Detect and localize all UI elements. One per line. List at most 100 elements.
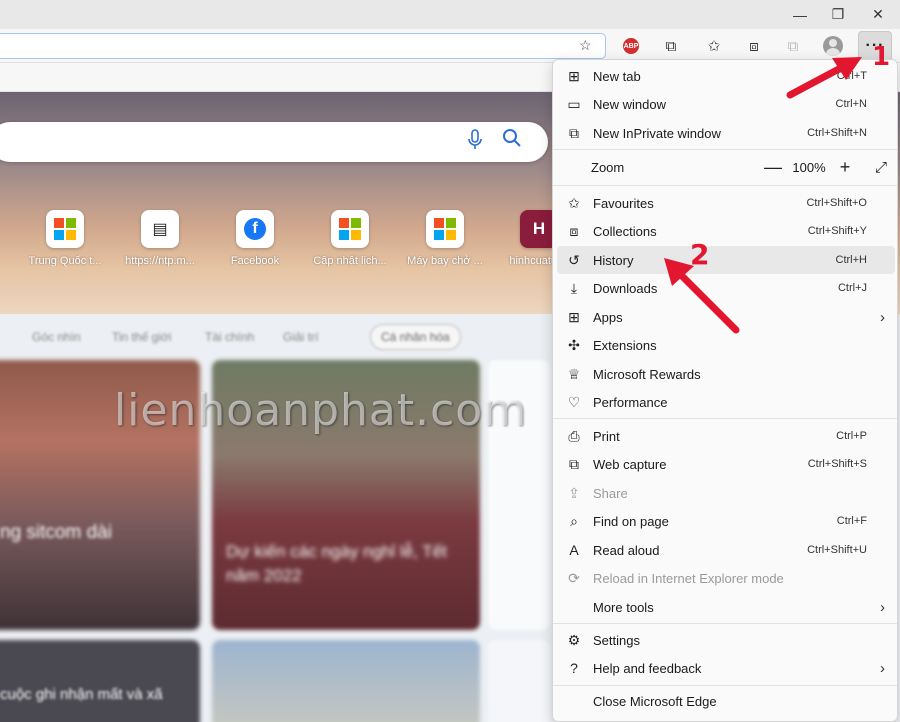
menu-item-read-aloud[interactable]: A Read aloud Ctrl+Shift+U	[557, 536, 895, 564]
profile-button[interactable]	[820, 33, 846, 59]
menu-item-find-on-page[interactable]: ⌕ Find on page Ctrl+F	[557, 507, 895, 535]
zoom-in-button[interactable]: +	[831, 155, 859, 179]
collections-button[interactable]: ⧈	[741, 33, 767, 59]
news-card[interactable]	[212, 640, 480, 722]
apps-icon: ⊞	[568, 308, 580, 325]
quick-link-tile[interactable]: ▤ https://ntp.m...	[117, 210, 203, 267]
menu-item-apps[interactable]: ⊞ Apps ›	[557, 303, 895, 331]
restore-button[interactable]: ❐	[818, 0, 858, 29]
menu-item-settings[interactable]: ⚙ Settings	[557, 626, 895, 654]
zoom-out-button[interactable]: —	[759, 155, 787, 179]
gear-icon: ⚙	[567, 631, 581, 648]
menu-item-more-tools[interactable]: More tools ›	[557, 593, 895, 621]
web-capture-icon: ⧉	[569, 455, 579, 472]
facebook-icon: f	[236, 210, 274, 248]
menu-item-label: Performance	[593, 394, 668, 410]
zoom-level: 100%	[792, 159, 826, 175]
menu-item-label: Apps	[593, 309, 623, 325]
favourites-button[interactable]: ✩	[701, 33, 727, 59]
web-capture-toolbar-button[interactable]: ⧉	[780, 33, 806, 59]
add-favourite-icon[interactable]: ☆	[579, 37, 592, 54]
web-capture-icon: ⧉	[787, 37, 799, 55]
feed-nav-item[interactable]: Giải trí	[283, 330, 318, 344]
quick-link-tile[interactable]: Cập nhật lịch...	[307, 210, 393, 267]
menu-item-shortcut: Ctrl+P	[836, 430, 867, 442]
menu-item-label: Extensions	[593, 337, 657, 353]
menu-item-new-inprivate-window[interactable]: ⧉ New InPrivate window Ctrl+Shift+N	[557, 119, 895, 147]
watermark: lienhoanphat.com	[114, 385, 528, 436]
news-card-title: cuộc ghi nhận mất và xã	[0, 686, 163, 703]
menu-item-favourites[interactable]: ✩ Favourites Ctrl+Shift+O	[557, 189, 895, 217]
menu-separator	[553, 149, 897, 150]
menu-item-new-window[interactable]: ▭ New window Ctrl+N	[557, 90, 895, 118]
search-icon[interactable]	[502, 128, 522, 154]
quick-link-tile[interactable]: f Facebook	[212, 210, 298, 267]
close-window-button[interactable]: ✕	[858, 0, 898, 29]
puzzle-icon: ⧉	[665, 37, 677, 55]
menu-item-shortcut: Ctrl+Shift+S	[807, 458, 867, 470]
news-card[interactable]	[488, 640, 550, 722]
adblock-extension-button[interactable]: ABP	[618, 33, 644, 59]
feed-nav-item[interactable]: Góc nhìn	[32, 330, 81, 344]
puzzle-icon: ✣	[568, 336, 580, 353]
print-icon: ⎙	[568, 427, 580, 444]
menu-item-shortcut: Ctrl+Shift+O	[806, 197, 867, 209]
menu-item-extensions[interactable]: ✣ Extensions	[557, 331, 895, 359]
microsoft-logo-icon	[426, 210, 464, 248]
menu-separator	[553, 185, 897, 186]
menu-item-label: Reload in Internet Explorer mode	[593, 570, 784, 586]
star-list-icon: ✩	[707, 38, 721, 55]
menu-item-label: Downloads	[593, 280, 658, 296]
news-card-title: ng sitcom dài	[0, 522, 112, 543]
feed-nav: Góc nhìn Tin thế giới Tài chính Giải trí…	[0, 320, 560, 354]
tile-label: Trung Quốc t...	[28, 255, 102, 267]
menu-item-label: Settings	[593, 632, 640, 648]
menu-item-new-tab[interactable]: ⊞ New tab Ctrl+T	[557, 62, 895, 90]
menu-item-label: Collections	[593, 223, 657, 239]
menu-item-label: Web capture	[593, 456, 667, 472]
menu-item-print[interactable]: ⎙ Print Ctrl+P	[557, 422, 895, 450]
fullscreen-icon[interactable]: ⤢	[867, 155, 895, 179]
quick-link-tile[interactable]: Máy bay chở ...	[402, 210, 488, 267]
menu-item-label: Find on page	[593, 513, 669, 529]
zoom-label: Zoom	[591, 159, 625, 175]
menu-item-label: History	[593, 252, 634, 268]
menu-item-shortcut: Ctrl+J	[837, 282, 867, 294]
browser-toolbar: ☆ ABP ⧉ ✩ ⧈ ⧉	[0, 29, 900, 63]
help-icon: ?	[570, 660, 578, 676]
new-window-icon: ▭	[567, 95, 581, 112]
menu-item-label: Print	[593, 428, 620, 444]
feed-nav-item[interactable]: Tài chính	[205, 330, 254, 344]
step-2-label: 2	[690, 238, 710, 271]
news-card[interactable]	[0, 640, 200, 722]
menu-item-label: New tab	[593, 68, 641, 84]
menu-item-performance[interactable]: ♡ Performance	[557, 388, 895, 416]
menu-item-microsoft-rewards[interactable]: ♕ Microsoft Rewards	[557, 360, 895, 388]
menu-item-label: Microsoft Rewards	[593, 366, 701, 382]
quick-link-tile[interactable]: Trung Quốc t...	[22, 210, 108, 267]
star-list-icon: ✩	[568, 194, 580, 211]
heartbeat-icon: ♡	[567, 393, 581, 410]
minimize-button[interactable]: —	[780, 0, 820, 29]
menu-item-reload-ie-mode[interactable]: ⟳ Reload in Internet Explorer mode	[557, 564, 895, 592]
read-aloud-icon: A	[569, 542, 579, 558]
menu-item-share[interactable]: ⇪ Share	[557, 479, 895, 507]
zoom-row: Zoom — 100% + ⤢	[557, 153, 895, 181]
personalize-button[interactable]: Cá nhân hóa	[370, 324, 461, 350]
menu-item-history[interactable]: ↺ History Ctrl+H	[557, 246, 895, 274]
microphone-icon[interactable]	[466, 129, 484, 153]
menu-separator	[553, 623, 897, 624]
menu-separator	[553, 685, 897, 686]
menu-item-collections[interactable]: ⧈ Collections Ctrl+Shift+Y	[557, 217, 895, 245]
menu-item-downloads[interactable]: ⤓ Downloads Ctrl+J	[557, 274, 895, 302]
menu-item-label: Read aloud	[593, 542, 660, 558]
address-bar[interactable]: ☆	[0, 33, 606, 59]
step-1-label: 1	[872, 42, 891, 72]
feed-nav-item[interactable]: Tin thế giới	[112, 330, 171, 344]
extensions-button[interactable]: ⧉	[658, 33, 684, 59]
microsoft-logo-icon	[46, 210, 84, 248]
menu-item-web-capture[interactable]: ⧉ Web capture Ctrl+Shift+S	[557, 450, 895, 478]
menu-item-close-microsoft-edge[interactable]: Close Microsoft Edge	[557, 687, 895, 715]
news-card-title: Dự kiến các ngày nghỉ lễ, Tết năm 2022	[226, 542, 447, 585]
menu-item-help-and-feedback[interactable]: ? Help and feedback ›	[557, 654, 895, 682]
